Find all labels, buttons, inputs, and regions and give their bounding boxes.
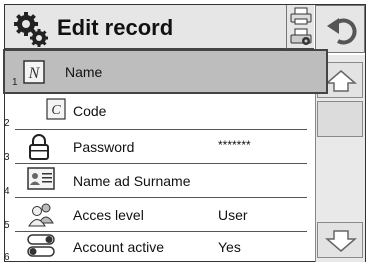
scroll-thumb[interactable] xyxy=(317,101,363,137)
row-number: 6 xyxy=(4,252,10,263)
printer-panel xyxy=(286,5,314,49)
gears-icon xyxy=(14,12,48,47)
svg-text:C: C xyxy=(51,103,61,118)
arrow-up-icon xyxy=(325,70,357,92)
scroll-down-button[interactable] xyxy=(317,222,363,258)
access-level-value: User xyxy=(218,207,248,223)
printer-icon[interactable] xyxy=(290,7,312,25)
row-label: Name ad Surname xyxy=(73,173,191,189)
list-item-access-level[interactable]: Acces level User 5 xyxy=(4,198,309,232)
name-icon: N xyxy=(23,60,45,84)
row-number: 1 xyxy=(12,77,18,88)
undo-arrow-icon xyxy=(327,18,357,45)
list-item-code[interactable]: C Code 2 xyxy=(4,96,309,130)
row-number: 3 xyxy=(4,152,10,163)
back-button[interactable] xyxy=(315,5,365,53)
row-label: Code xyxy=(73,103,107,119)
users-icon xyxy=(28,203,54,227)
header-bar: Edit record xyxy=(5,5,286,49)
padlock-icon xyxy=(29,134,49,160)
print-settings-icon[interactable] xyxy=(290,28,312,46)
arrow-down-icon xyxy=(325,230,357,252)
list-item-name[interactable]: N Name 1 xyxy=(3,49,328,94)
row-label: Name xyxy=(65,64,103,80)
svg-text:N: N xyxy=(28,65,41,82)
list-item-password[interactable]: Password ******* 3 xyxy=(4,130,309,164)
page-title: Edit record xyxy=(57,15,174,40)
row-number: 2 xyxy=(4,118,10,129)
row-label: Account active xyxy=(73,239,165,255)
id-card-icon xyxy=(27,167,55,190)
list-item-account-active[interactable]: Account active Yes 6 xyxy=(4,230,309,264)
row-number: 4 xyxy=(4,186,10,197)
password-value: ******* xyxy=(218,138,251,152)
toggle-icon xyxy=(27,234,55,257)
row-label: Password xyxy=(73,139,135,155)
list-item-name-surname[interactable]: Name ad Surname 4 xyxy=(4,164,309,198)
code-icon: C xyxy=(46,98,66,120)
account-active-value: Yes xyxy=(218,239,241,255)
row-label: Acces level xyxy=(73,207,144,223)
